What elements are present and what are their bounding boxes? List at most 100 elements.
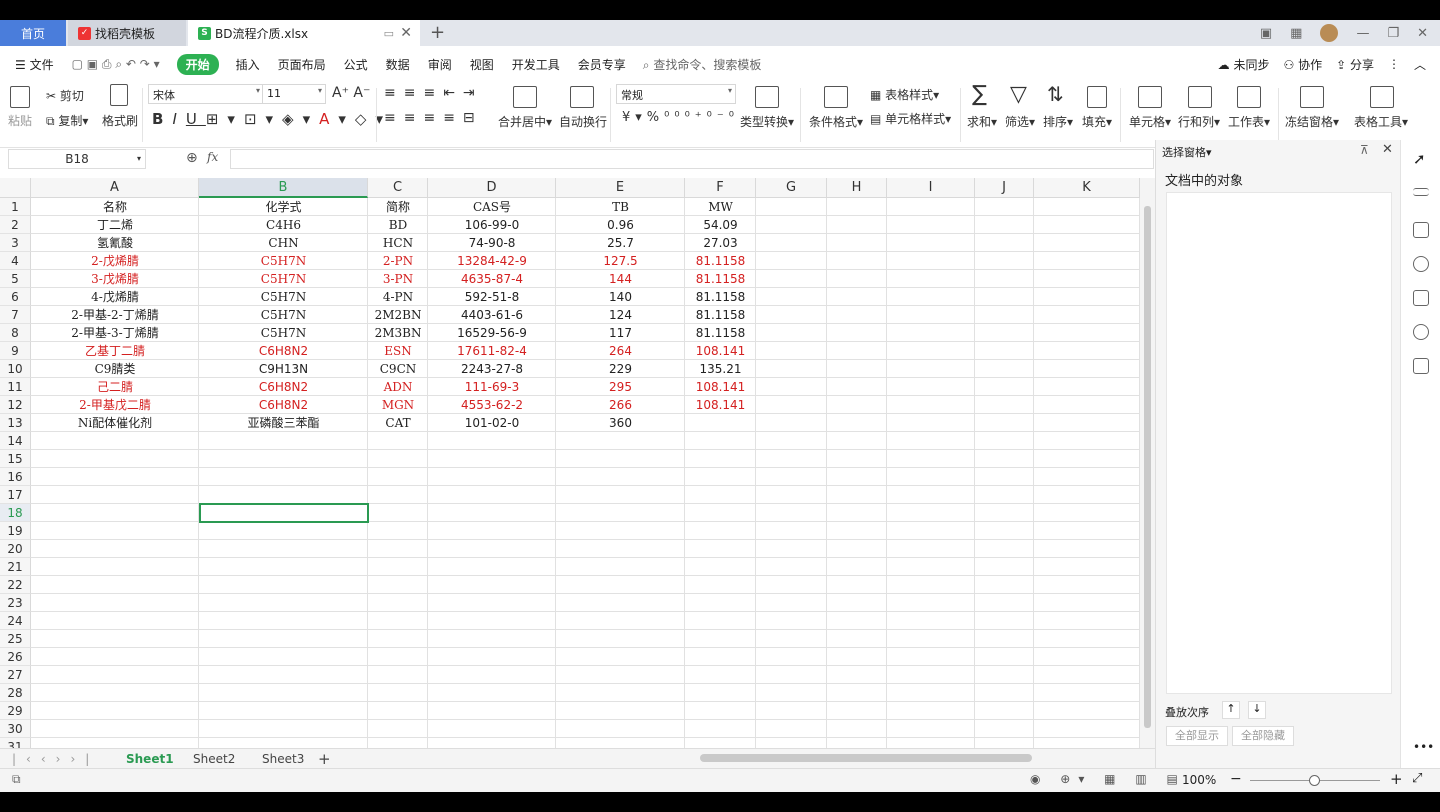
cell-A5[interactable]: 3-戊烯腈	[31, 270, 199, 288]
sort-button[interactable]: 排序▾	[1043, 113, 1073, 130]
sync-button[interactable]: ☁ 未同步	[1218, 56, 1270, 73]
number-format-select[interactable]: 常规 ▾	[616, 84, 736, 104]
row-header-1[interactable]: 1	[0, 198, 31, 216]
cut-button[interactable]: ✂ 剪切	[46, 87, 84, 104]
grid-apps-icon[interactable]: ▦	[1290, 26, 1302, 41]
cell-E13[interactable]: 360	[556, 414, 685, 432]
cell-D2[interactable]: 106-99-0	[428, 216, 556, 234]
cell-A4[interactable]: 2-戊烯腈	[31, 252, 199, 270]
cell-D6[interactable]: 592-51-8	[428, 288, 556, 306]
cell-F1[interactable]: MW	[685, 198, 756, 216]
cell-E1[interactable]: TB	[556, 198, 685, 216]
cell-F12[interactable]: 108.141	[685, 396, 756, 414]
col-header-B[interactable]: B	[199, 178, 368, 198]
sum-button[interactable]: 求和▾	[967, 113, 997, 130]
freeze-panes-button[interactable]: 冻结窗格▾	[1285, 113, 1339, 130]
select-all-corner[interactable]	[0, 178, 31, 198]
cell-B6[interactable]: C5H7N	[199, 288, 368, 306]
cell-A2[interactable]: 丁二烯	[31, 216, 199, 234]
cell-C13[interactable]: CAT	[368, 414, 428, 432]
row-header-23[interactable]: 23	[0, 594, 31, 612]
cell-B10[interactable]: C9H13N	[199, 360, 368, 378]
cell-E6[interactable]: 140	[556, 288, 685, 306]
cell-B2[interactable]: C4H6	[199, 216, 368, 234]
cell-B5[interactable]: C5H7N	[199, 270, 368, 288]
row-header-30[interactable]: 30	[0, 720, 31, 738]
formula-input[interactable]	[230, 149, 1154, 169]
cell-C9[interactable]: ESN	[368, 342, 428, 360]
fill-button[interactable]: 填充▾	[1082, 113, 1112, 130]
cell-B1[interactable]: 化学式	[199, 198, 368, 216]
col-header-H[interactable]: H	[827, 178, 887, 198]
col-header-F[interactable]: F	[685, 178, 756, 198]
cell-A13[interactable]: Ni配体催化剂	[31, 414, 199, 432]
row-header-22[interactable]: 22	[0, 576, 31, 594]
pane-title[interactable]: 选择窗格▾	[1162, 144, 1212, 160]
table-tools-button[interactable]: 表格工具▾	[1354, 113, 1408, 130]
font-size-buttons[interactable]: A⁺ A⁻	[332, 85, 370, 101]
menu-home[interactable]: 开始	[176, 53, 219, 75]
close-tab-icon[interactable]: ✕	[400, 25, 412, 41]
command-search[interactable]: ⌕ 查找命令、搜索模板	[643, 56, 762, 73]
sheet-nav-arrows[interactable]: |‹‹››|	[12, 749, 99, 769]
row-header-5[interactable]: 5	[0, 270, 31, 288]
more-options-icon[interactable]: •••	[1413, 740, 1434, 754]
font-size-select[interactable]: 11 ▾	[262, 84, 326, 104]
cell-C1[interactable]: 简称	[368, 198, 428, 216]
col-header-D[interactable]: D	[428, 178, 556, 198]
menu-data[interactable]: 数据	[377, 56, 419, 73]
cell-B8[interactable]: C5H7N	[199, 324, 368, 342]
fx-icon[interactable]: fx	[207, 150, 218, 164]
cell-B7[interactable]: C5H7N	[199, 306, 368, 324]
cell-C5[interactable]: 3-PN	[368, 270, 428, 288]
row-header-26[interactable]: 26	[0, 648, 31, 666]
type-convert-button[interactable]: 类型转换▾	[740, 113, 794, 130]
cell-A10[interactable]: C9腈类	[31, 360, 199, 378]
minimize-icon[interactable]: —	[1356, 26, 1369, 41]
row-header-6[interactable]: 6	[0, 288, 31, 306]
cell-button[interactable]: 单元格▾	[1129, 113, 1171, 130]
cell-E7[interactable]: 124	[556, 306, 685, 324]
help-icon[interactable]	[1413, 256, 1429, 272]
adjust-icon[interactable]	[1413, 188, 1429, 196]
cell-style-button[interactable]: ▤ 单元格样式▾	[870, 110, 951, 127]
row-header-10[interactable]: 10	[0, 360, 31, 378]
cell-E5[interactable]: 144	[556, 270, 685, 288]
row-header-24[interactable]: 24	[0, 612, 31, 630]
row-header-11[interactable]: 11	[0, 378, 31, 396]
quick-access-icons[interactable]: ▢ ▣ ⎙ ⌕ ↶ ↷ ▾	[63, 57, 169, 72]
cell-D8[interactable]: 16529-56-9	[428, 324, 556, 342]
menu-review[interactable]: 审阅	[419, 56, 461, 73]
close-pane-icon[interactable]: ✕	[1382, 142, 1393, 157]
sheet-tab-3[interactable]: Sheet3	[262, 749, 304, 769]
col-header-I[interactable]: I	[887, 178, 975, 198]
book-icon[interactable]	[1413, 358, 1429, 374]
col-header-G[interactable]: G	[756, 178, 827, 198]
objects-list[interactable]	[1166, 192, 1392, 694]
cell-D13[interactable]: 101-02-0	[428, 414, 556, 432]
cursor-select-icon[interactable]: ➚	[1413, 150, 1426, 168]
menu-page-layout[interactable]: 页面布局	[269, 56, 335, 73]
cell-F5[interactable]: 81.1158	[685, 270, 756, 288]
cell-A6[interactable]: 4-戊烯腈	[31, 288, 199, 306]
cell-F2[interactable]: 54.09	[685, 216, 756, 234]
conditional-format-button[interactable]: 条件格式▾	[809, 113, 863, 130]
cell-B4[interactable]: C5H7N	[199, 252, 368, 270]
tab-home[interactable]: 首页	[0, 20, 66, 46]
cell-E12[interactable]: 266	[556, 396, 685, 414]
table-style-button[interactable]: ▦ 表格样式▾	[870, 86, 939, 103]
menu-member[interactable]: 会员专享	[569, 56, 635, 73]
row-header-12[interactable]: 12	[0, 396, 31, 414]
zoom-out-icon[interactable]: −	[1230, 771, 1242, 787]
cell-D12[interactable]: 4553-62-2	[428, 396, 556, 414]
cell-F4[interactable]: 81.1158	[685, 252, 756, 270]
font-style-buttons[interactable]: BIU⊞▾⊡▾◈▾A▾◇▾	[152, 110, 392, 128]
wrap-text-button[interactable]: 自动换行	[559, 113, 607, 130]
menu-developer[interactable]: 开发工具	[503, 56, 569, 73]
new-tab-icon[interactable]: +	[430, 22, 445, 43]
row-header-7[interactable]: 7	[0, 306, 31, 324]
cell-E2[interactable]: 0.96	[556, 216, 685, 234]
pin-icon[interactable]: ⊼	[1360, 143, 1369, 157]
cell-A12[interactable]: 2-甲基戊二腈	[31, 396, 199, 414]
cell-E4[interactable]: 127.5	[556, 252, 685, 270]
